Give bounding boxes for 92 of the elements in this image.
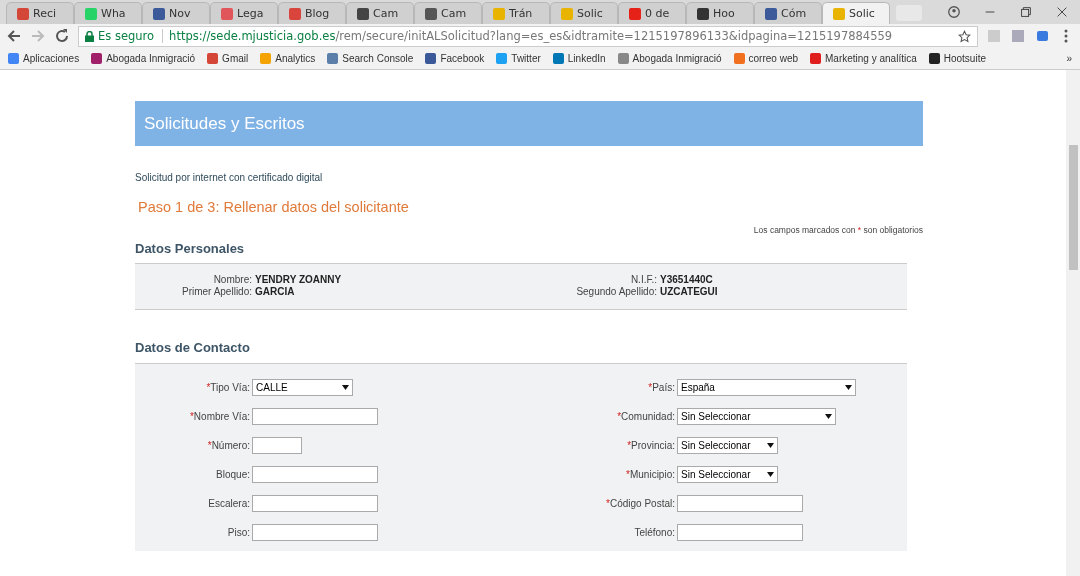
scrollbar-thumb[interactable] [1068,145,1078,270]
more-bookmarks-button[interactable]: » [1066,53,1072,64]
bookmark[interactable]: Facebook [425,53,485,64]
required-mark: * [626,469,630,480]
field-label: *Código Postal: [605,498,676,509]
url-host: https://sede.mjusticia.gob.es [169,29,336,43]
dropdown[interactable]: Sin Seleccionar [677,408,836,425]
input-field[interactable] [252,408,378,425]
input-field[interactable] [252,466,378,483]
star-icon[interactable] [958,29,971,43]
field-label: Primer Apellido: [180,286,253,297]
required-mark: * [189,411,194,422]
field-label: *Comunidad: [616,411,676,422]
section-heading: Datos de Contacto [135,340,251,355]
security-label: Es seguro [98,29,155,43]
field-label: *Provincia: [626,440,676,451]
dropdown[interactable]: Sin Seleccionar [677,437,778,454]
bookmark[interactable]: Analytics [260,53,316,64]
input-field[interactable] [677,495,803,512]
page-banner: Solicitudes y Escritos [135,101,923,146]
field-label: Bloque: [215,469,251,480]
required-mark: * [648,382,653,393]
dropdown[interactable]: España [677,379,856,396]
caret-icon [825,414,832,419]
bookmark[interactable]: Marketing y analítica [810,53,917,64]
required-note: Los campos marcados con * son obligatorios [752,225,923,235]
input-field[interactable] [252,495,378,512]
field-value: UZCATEGUI [660,286,719,297]
browser-tab[interactable]: Reci [6,2,74,24]
reload-icon[interactable] [54,28,70,44]
field-label: *Municipio: [625,469,676,480]
field-label: N.I.F.: [629,274,658,285]
caret-icon [767,472,774,477]
bookmark[interactable]: Hootsuite [928,53,986,64]
field-label: *País: [647,382,676,393]
required-mark: * [206,382,211,393]
restore-icon[interactable] [1019,5,1033,19]
field-value: Y3651440C [660,274,714,285]
field-label: Escalera: [207,498,251,509]
browser-tab[interactable]: Solic [550,2,618,24]
field-value: YENDRY ZOANNY [255,274,343,285]
subtitle: Solicitud por internet con certificado digital [135,172,324,183]
bookmark[interactable]: correo web [733,53,798,64]
required-mark: * [207,440,212,451]
caret-icon [767,443,774,448]
browser-tab[interactable]: Cam [346,2,414,24]
back-icon[interactable] [6,28,22,44]
extension-icon[interactable] [1034,28,1050,44]
address-bar[interactable]: Es seguro https://sede.mjusticia.gob.es/rem/secure/initALSolicitud?lang=es_es&idtramite=1215197896133&idpagina=1215197884559 [78,25,978,47]
bookmark[interactable]: Gmail [207,53,249,64]
bookmark[interactable]: LinkedIn [552,53,606,64]
required-mark: * [606,498,610,509]
dropdown[interactable]: CALLE [252,379,353,396]
bookmark[interactable]: Aplicaciones [8,53,80,64]
field-label: *Número: [206,440,251,451]
browser-tab[interactable]: 0 de [618,2,686,24]
browser-tab[interactable]: Lega [210,2,278,24]
field-label: Segundo Apellido: [575,286,658,297]
bookmark[interactable]: Abogada Inmigració [91,53,196,64]
field-label: Teléfono: [633,527,676,538]
caret-icon [845,385,852,390]
extension-icon[interactable] [1010,28,1026,44]
close-icon[interactable] [1055,5,1069,19]
profile-icon[interactable] [947,5,961,19]
bookmark[interactable]: Search Console [327,53,414,64]
forward-icon[interactable] [30,28,46,44]
caret-icon [342,385,349,390]
field-value: GARCIA [255,286,296,297]
browser-tab[interactable]: Wha [74,2,142,24]
field-label: *Nombre Vía: [188,411,251,422]
browser-tab[interactable]: Nov [142,2,210,24]
browser-tab[interactable]: Trán [482,2,550,24]
field-label: Nombre: [212,274,253,285]
input-field[interactable] [252,437,302,454]
input-field[interactable] [677,524,803,541]
required-mark: * [617,411,622,422]
field-label: *Tipo Vía: [205,382,251,393]
field-label: Piso: [226,527,251,538]
browser-tab[interactable]: Cóm [754,2,822,24]
url-path: /rem/secure/initALSolicitud?lang=es_es&idtramite=1215197896133&idpagina=1215197884559 [335,29,894,43]
browser-tab[interactable]: Hoo [686,2,754,24]
browser-tab[interactable]: Blog [278,2,346,24]
input-field[interactable] [252,524,378,541]
dropdown[interactable]: Sin Seleccionar [677,466,778,483]
required-mark: * [627,440,632,451]
browser-tab[interactable]: Solic [822,2,890,24]
browser-tab[interactable]: Cam [414,2,482,24]
step-heading: Paso 1 de 3: Rellenar datos del solicitante [138,199,410,215]
bookmark[interactable]: Abogada Inmigració [617,53,722,64]
bookmark[interactable]: Twitter [496,53,541,64]
lock-icon [85,30,94,42]
section-heading: Datos Personales [135,241,246,256]
